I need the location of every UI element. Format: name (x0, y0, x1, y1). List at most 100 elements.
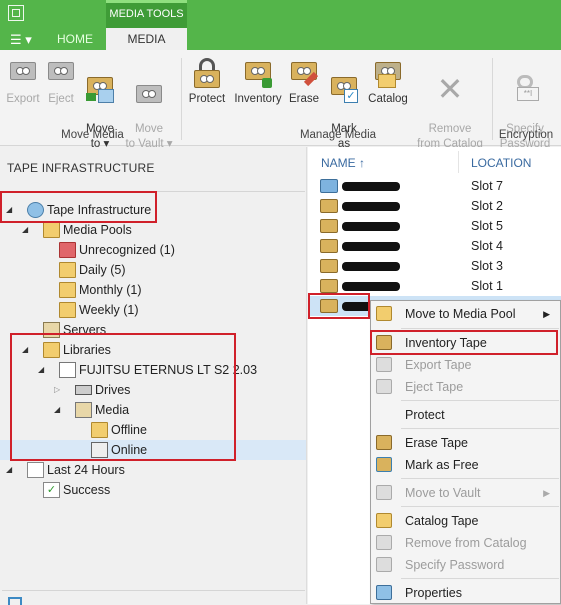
inventory-button[interactable]: Inventory (231, 58, 285, 107)
table-row[interactable]: Slot 1 (308, 276, 561, 296)
title-bar: ☰ ▾ MEDIA TOOLS HOME MEDIA (0, 0, 561, 50)
tree-item-library-fujitsu[interactable]: ◢ FUJITSU ETERNUS LT S2 2.03 (0, 360, 306, 380)
context-menu: Move to Media Pool ▶ Inventory Tape Expo… (370, 300, 561, 604)
tree-item-servers[interactable]: Servers (0, 320, 306, 340)
tab-media[interactable]: MEDIA (106, 28, 187, 50)
password-icon (376, 557, 392, 572)
tree-item-success[interactable]: ✓ Success (0, 480, 306, 500)
menu-item-eject-tape[interactable]: Eject Tape (371, 376, 560, 398)
move-to-pool-icon (376, 306, 392, 321)
table-row[interactable]: Slot 2 (308, 196, 561, 216)
group-label-move-media: Move Media (61, 129, 124, 141)
export-tape-icon (7, 58, 39, 90)
menu-item-move-to-media-pool[interactable]: Move to Media Pool ▶ (371, 303, 560, 325)
table-row[interactable]: Slot 3 (308, 256, 561, 276)
column-separator[interactable] (458, 151, 459, 173)
main-menu-button[interactable]: ☰ ▾ (10, 32, 32, 48)
menu-separator (401, 578, 559, 579)
menu-item-export-tape[interactable]: Export Tape (371, 354, 560, 376)
tape-library-icon (59, 362, 76, 378)
tree-item-drives[interactable]: ▷ Drives (0, 380, 306, 400)
move-to-vault-icon (133, 73, 165, 105)
collapse-icon[interactable]: ◢ (54, 400, 62, 420)
tree-item-daily[interactable]: Daily (5) (0, 260, 306, 280)
move-to-vault-icon (376, 485, 392, 500)
table-row[interactable]: Slot 7 (308, 176, 561, 196)
media-pool-icon (59, 242, 76, 258)
protect-button[interactable]: Protect (186, 58, 228, 107)
tree-item-tape-infrastructure[interactable]: ◢ Tape Infrastructure (0, 200, 306, 220)
menu-item-remove-from-catalog[interactable]: Remove from Catalog (371, 532, 560, 554)
menu-item-specify-password[interactable]: Specify Password (371, 554, 560, 576)
menu-item-properties[interactable]: Properties (371, 582, 560, 604)
remove-from-catalog-button[interactable]: ✕ Remove from Catalog (413, 58, 487, 152)
tree-item-online[interactable]: Online (0, 440, 306, 460)
tape-drive-icon (320, 179, 338, 193)
password-icon: **I (509, 73, 541, 105)
offline-media-icon (91, 422, 108, 438)
menu-separator (401, 506, 559, 507)
collapse-icon[interactable]: ◢ (6, 460, 14, 480)
menu-item-catalog-tape[interactable]: Catalog Tape (371, 510, 560, 532)
tape-icon (320, 259, 338, 273)
tree-item-media-pools[interactable]: ◢ Media Pools (0, 220, 306, 240)
remove-icon: ✕ (436, 71, 464, 107)
menu-item-move-to-vault[interactable]: Move to Vault ▶ (371, 482, 560, 504)
redacted-name (342, 282, 400, 291)
group-label-manage-media: Manage Media (299, 129, 377, 141)
eject-button[interactable]: Eject (44, 58, 78, 107)
media-pool-icon (59, 282, 76, 298)
tape-icon (320, 239, 338, 253)
tree-item-media[interactable]: ◢ Media (0, 400, 306, 420)
tree-item-monthly[interactable]: Monthly (1) (0, 280, 306, 300)
servers-icon (43, 322, 60, 338)
menu-separator (401, 328, 559, 329)
properties-icon (376, 585, 392, 600)
inventory-tape-icon (376, 335, 392, 350)
collapse-icon[interactable]: ◢ (22, 340, 30, 360)
export-tape-icon (376, 357, 392, 372)
menu-item-inventory-tape[interactable]: Inventory Tape (371, 332, 560, 354)
export-button[interactable]: Export (5, 58, 41, 107)
panel-title: TAPE INFRASTRUCTURE (7, 161, 155, 175)
catalog-button[interactable]: Catalog (366, 58, 410, 107)
collapse-icon[interactable]: ◢ (38, 360, 46, 380)
group-separator (181, 58, 182, 140)
success-icon: ✓ (43, 482, 60, 498)
collapse-icon[interactable]: ◢ (22, 220, 30, 240)
tree-item-libraries[interactable]: ◢ Libraries (0, 340, 306, 360)
catalog-icon (372, 58, 404, 90)
erase-button[interactable]: Erase (287, 58, 321, 107)
column-header-name[interactable]: NAME ↑ (321, 156, 365, 170)
expand-icon[interactable]: ▷ (54, 380, 62, 400)
tree-item-last-24-hours[interactable]: ◢ Last 24 Hours (0, 460, 306, 480)
last-24-hours-icon (27, 462, 44, 478)
submenu-arrow-icon: ▶ (543, 309, 550, 319)
column-header-location[interactable]: LOCATION (471, 156, 531, 170)
tree-item-unrecognized[interactable]: Unrecognized (1) (0, 240, 306, 260)
menu-item-erase-tape[interactable]: Erase Tape (371, 432, 560, 454)
redacted-name (342, 222, 400, 231)
group-label-encryption: Encryption (498, 129, 554, 141)
ribbon: Export Eject Move to ▾ Move to Vault ▾ M… (0, 50, 561, 165)
mark-free-icon (376, 457, 392, 472)
table-row[interactable]: Slot 5 (308, 216, 561, 236)
menu-item-mark-as-free[interactable]: Mark as Free (371, 454, 560, 476)
app-icon[interactable] (8, 5, 24, 21)
media-pool-icon (59, 302, 76, 318)
context-tab-group-label: MEDIA TOOLS (106, 0, 187, 28)
inventory-icon (242, 58, 274, 90)
move-to-icon (84, 73, 116, 105)
table-row[interactable]: Slot 4 (308, 236, 561, 256)
collapse-icon[interactable]: ◢ (6, 200, 14, 220)
erase-icon (288, 58, 320, 90)
tree-item-weekly[interactable]: Weekly (1) (0, 300, 306, 320)
tree-item-offline[interactable]: Offline (0, 420, 306, 440)
divider (2, 191, 305, 192)
tab-home[interactable]: HOME (45, 28, 105, 50)
menu-item-protect[interactable]: Protect (371, 404, 560, 426)
remove-from-catalog-icon (376, 535, 392, 550)
mark-free-icon: ✓ (328, 73, 360, 105)
tape-icon (320, 219, 338, 233)
menu-separator (401, 428, 559, 429)
